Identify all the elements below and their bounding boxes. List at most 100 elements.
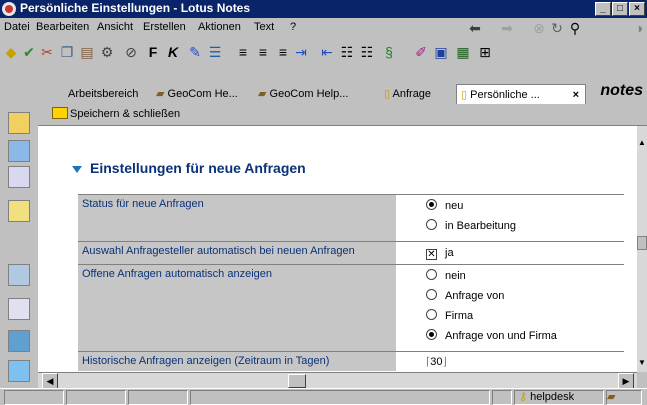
- menu-ansicht[interactable]: Ansicht: [97, 21, 133, 33]
- scroll-thumb[interactable]: [637, 236, 647, 250]
- tab-close-icon[interactable]: ×: [573, 85, 579, 105]
- row-label: Status für neue Anfragen: [78, 194, 396, 242]
- close-button[interactable]: ×: [629, 2, 645, 16]
- menu-aktionen[interactable]: Aktionen: [198, 21, 241, 33]
- todo-icon[interactable]: [8, 200, 30, 222]
- cut-icon[interactable]: ✂: [38, 43, 56, 61]
- save-close-button[interactable]: Speichern & schließen: [52, 107, 180, 120]
- tab-anfrage[interactable]: ▯ Anfrage: [380, 84, 435, 104]
- radio-button[interactable]: [426, 329, 437, 340]
- user-name: helpdesk: [530, 391, 575, 403]
- menu-help[interactable]: ?: [290, 21, 296, 33]
- properties-icon[interactable]: ⚙: [98, 43, 116, 61]
- paste-icon[interactable]: ▤: [78, 43, 96, 61]
- scroll-thumb[interactable]: [288, 374, 306, 388]
- highlighter-icon[interactable]: ✎: [186, 43, 204, 61]
- status-bar: ⚷ helpdesk ▰: [0, 388, 647, 405]
- document-icon: ▯: [461, 89, 471, 101]
- status-radio-group: neu in Bearbeitung: [396, 194, 624, 242]
- outdent-icon[interactable]: ⇤: [318, 43, 336, 61]
- web-icon[interactable]: [8, 330, 30, 352]
- radio-option-in-bearbeitung[interactable]: in Bearbeitung: [426, 218, 620, 238]
- bullets-icon[interactable]: ☷: [358, 43, 376, 61]
- status-cell[interactable]: [66, 390, 126, 405]
- radio-option-neu[interactable]: neu: [426, 198, 620, 218]
- status-message: [190, 390, 490, 405]
- checkbox-option-ja[interactable]: ✕ ja: [426, 245, 620, 261]
- copy-icon[interactable]: ❐: [58, 43, 76, 61]
- settings-table: Status für neue Anfragen neu in Bearbeit…: [78, 194, 624, 371]
- favorites-icon[interactable]: [8, 298, 30, 320]
- bold-icon[interactable]: F: [144, 43, 162, 61]
- italic-icon[interactable]: K: [164, 43, 182, 61]
- tab-geocom-help[interactable]: ▰ GeoCom Help...: [254, 84, 352, 104]
- databases-icon[interactable]: [8, 360, 30, 382]
- scroll-right-icon[interactable]: ▶: [618, 373, 634, 389]
- menu-datei[interactable]: Datei: [4, 21, 30, 33]
- scroll-down-icon[interactable]: ▼: [637, 358, 647, 368]
- scroll-up-icon[interactable]: ▲: [637, 138, 647, 148]
- radio-button[interactable]: [426, 219, 437, 230]
- radio-option-nein[interactable]: nein: [426, 268, 620, 288]
- bullet-list-icon[interactable]: ☰: [206, 43, 224, 61]
- menu-bearbeiten[interactable]: Bearbeiten: [36, 21, 89, 33]
- radio-option-firma[interactable]: Firma: [426, 308, 620, 328]
- radio-button[interactable]: [426, 289, 437, 300]
- status-cell[interactable]: [128, 390, 188, 405]
- search-icon[interactable]: ⚲: [566, 19, 584, 37]
- location-indicator[interactable]: ⚷ helpdesk: [514, 390, 604, 405]
- minimize-button[interactable]: _: [595, 2, 611, 16]
- forward-arrow-icon[interactable]: ➡: [498, 19, 516, 37]
- horizontal-scrollbar[interactable]: ◀ ▶: [38, 372, 637, 389]
- smart-icon[interactable]: ◆: [2, 43, 20, 61]
- pen-icon[interactable]: ✐: [412, 43, 430, 61]
- menu-text[interactable]: Text: [254, 21, 274, 33]
- radio-option-anfrage-von-und-firma[interactable]: Anfrage von und Firma: [426, 328, 620, 348]
- replicator-icon[interactable]: [8, 264, 30, 286]
- row-label: Historische Anfragen anzeigen (Zeitraum …: [78, 351, 396, 371]
- table-row: Auswahl Anfragesteller automatisch bei n…: [78, 241, 624, 265]
- image-icon[interactable]: ▦: [454, 43, 472, 61]
- checkbox[interactable]: ✕: [426, 249, 437, 260]
- tab-arbeitsbereich[interactable]: Arbeitsbereich: [62, 84, 144, 104]
- status-cell[interactable]: [492, 390, 512, 405]
- numbered-list-icon[interactable]: ☷: [338, 43, 356, 61]
- radio-button[interactable]: [426, 309, 437, 320]
- contacts-icon[interactable]: [8, 166, 30, 188]
- history-days-input[interactable]: 30: [430, 356, 442, 368]
- status-cell[interactable]: [4, 390, 64, 405]
- align-left-icon[interactable]: ≡: [234, 43, 252, 61]
- scroll-left-icon[interactable]: ◀: [42, 373, 58, 389]
- check-icon[interactable]: ✔: [20, 43, 38, 61]
- refresh-icon[interactable]: ↻: [548, 19, 566, 37]
- tab-geocom-he[interactable]: ▰ GeoCom He...: [152, 84, 242, 104]
- tab-bar: Arbeitsbereich ▰ GeoCom He... ▰ GeoCom H…: [36, 84, 647, 104]
- align-right-icon[interactable]: ≡: [274, 43, 292, 61]
- formatting-toolbar: ◆ ✔ ✂ ❐ ▤ ⚙ ⊘ F K ✎ ☰ ≡ ≡ ≡ ⇥ ⇤ ☷ ☷ § ✐ …: [0, 38, 647, 66]
- back-arrow-icon[interactable]: ⬅: [466, 19, 484, 37]
- save-close-icon: [52, 107, 68, 119]
- inbox-icon[interactable]: ▰: [606, 390, 642, 405]
- maximize-button[interactable]: □: [612, 2, 628, 16]
- open-requests-radio-group: nein Anfrage von Firma Anfrage von und F…: [396, 264, 624, 352]
- attachment-icon[interactable]: ⊘: [122, 43, 140, 61]
- align-center-icon[interactable]: ≡: [254, 43, 272, 61]
- document-content: Einstellungen für neue Anfragen Status f…: [38, 126, 637, 372]
- mail-icon[interactable]: [8, 112, 30, 134]
- tab-persoenliche[interactable]: ▯ Persönliche ... ×: [456, 84, 586, 104]
- spellcheck-icon[interactable]: ▣: [432, 43, 450, 61]
- vertical-scrollbar[interactable]: ▲ ▼: [637, 126, 647, 372]
- table-icon[interactable]: ⊞: [476, 43, 494, 61]
- menu-erstellen[interactable]: Erstellen: [143, 21, 186, 33]
- database-icon: ▰: [258, 88, 270, 100]
- radio-button[interactable]: [426, 199, 437, 210]
- indent-icon[interactable]: ⇥: [292, 43, 310, 61]
- calendar-icon[interactable]: [8, 140, 30, 162]
- stop-icon[interactable]: ⊗: [530, 19, 548, 37]
- radio-button[interactable]: [426, 269, 437, 280]
- collapse-triangle-icon[interactable]: [72, 166, 82, 173]
- globe-icon[interactable]: ◑: [630, 19, 647, 37]
- auto-requester-field: ✕ ja: [396, 241, 624, 265]
- style-icon[interactable]: §: [380, 43, 398, 61]
- radio-option-anfrage-von[interactable]: Anfrage von: [426, 288, 620, 308]
